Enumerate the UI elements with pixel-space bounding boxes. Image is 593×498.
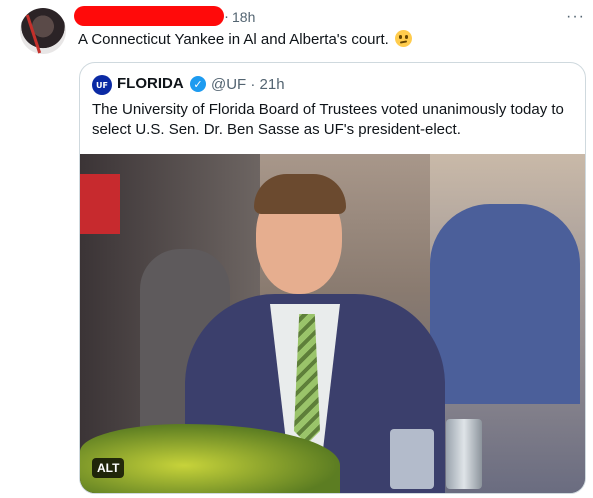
quoted-handle-time: @UF · 21h <box>211 76 285 93</box>
tweet-text-content: A Connecticut Yankee in Al and Alberta's… <box>78 31 389 48</box>
photo-background-person <box>430 204 580 404</box>
quoted-tweet-text: The University of Florida Board of Trust… <box>92 101 564 138</box>
quoted-media-photo[interactable]: ALT <box>80 154 585 493</box>
tweet-time[interactable]: 18h <box>232 9 255 25</box>
quoted-avatar[interactable]: UF <box>92 75 112 95</box>
photo-subject-hair <box>254 174 346 214</box>
alt-text-badge[interactable]: ALT <box>92 458 125 478</box>
tweet[interactable]: · 18h ··· A Connecticut Yankee in Al and… <box>0 0 593 498</box>
photo-background-red <box>80 174 120 234</box>
photo-soda-can <box>446 419 482 489</box>
confused-face-icon <box>395 30 413 47</box>
more-options-icon[interactable]: ··· <box>566 8 585 26</box>
tweet-text: A Connecticut Yankee in Al and Alberta's… <box>78 30 413 50</box>
redacted-username <box>74 6 224 26</box>
separator-dot: · <box>224 8 229 25</box>
quoted-tweet[interactable]: UF FLORIDA ✓ @UF · 21h The University of… <box>79 62 586 494</box>
verified-badge-icon: ✓ <box>190 76 206 92</box>
photo-water-glass <box>390 429 434 489</box>
avatar[interactable] <box>20 8 66 54</box>
quoted-display-name[interactable]: FLORIDA <box>117 75 184 92</box>
